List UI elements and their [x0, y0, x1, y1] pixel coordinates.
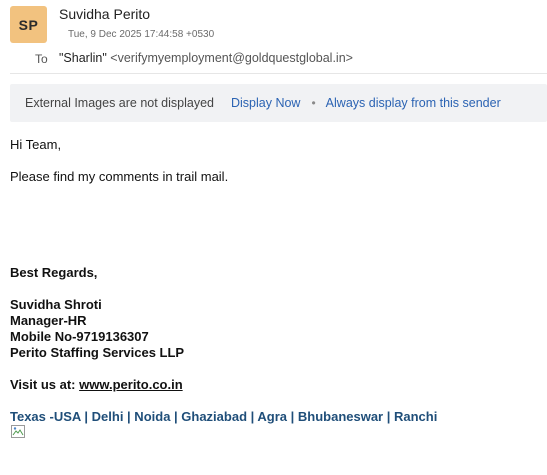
banner-message: External Images are not displayed: [25, 96, 214, 110]
greeting: Hi Team,: [10, 137, 62, 152]
sender-name[interactable]: Suvidha Perito: [59, 6, 150, 22]
signature-name: Suvidha Shroti: [10, 297, 102, 312]
message-line: Please find my comments in trail mail.: [10, 169, 229, 184]
avatar-initials: SP: [18, 16, 39, 33]
header-divider: [10, 73, 547, 74]
signature-role: Manager-HR: [10, 313, 87, 328]
recipient-name: "Sharlin": [59, 51, 107, 65]
external-images-banner: External Images are not displayed Displa…: [10, 84, 547, 122]
always-display-link[interactable]: Always display from this sender: [326, 96, 501, 110]
avatar: SP: [10, 6, 47, 43]
sent-date: Tue, 9 Dec 2025 17:44:58 +0530: [68, 29, 215, 40]
signature-visit: Visit us at: www.perito.co.in: [10, 377, 183, 392]
visit-label: Visit us at:: [10, 377, 80, 392]
recipient-address: <verifymyemployment@goldquestglobal.in>: [110, 51, 353, 65]
to-label: To: [35, 52, 48, 66]
signature-locations: Texas -USA | Delhi | Noida | Ghaziabad |…: [10, 409, 438, 424]
email-view: SP Suvidha Perito Tue, 9 Dec 2025 17:44:…: [0, 0, 547, 475]
signature-mobile: Mobile No-9719136307: [10, 329, 149, 344]
to-recipient[interactable]: "Sharlin" <verifymyemployment@goldquestg…: [59, 51, 353, 65]
banner-separator: •: [311, 96, 316, 110]
signature-regards: Best Regards,: [10, 265, 98, 280]
broken-image-icon: [11, 425, 25, 438]
display-now-link[interactable]: Display Now: [231, 96, 300, 110]
signature-company: Perito Staffing Services LLP: [10, 345, 185, 360]
website-link[interactable]: www.perito.co.in: [79, 377, 183, 392]
